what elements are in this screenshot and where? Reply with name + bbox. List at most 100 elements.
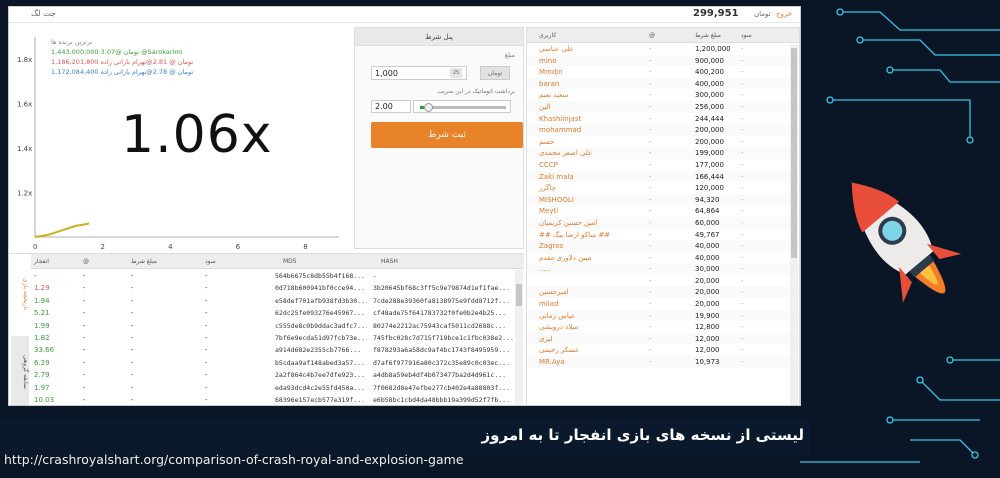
col-profit: سود — [741, 32, 752, 39]
col-bet: مبلغ شرط — [695, 32, 721, 39]
players-rows: علی عباسی - 1,200,000 - mino - 900,000 - Mmdjn - 4… — [527, 43, 799, 368]
history-tabs: تاریخچه بازی سابقه گروهی — [9, 254, 31, 405]
amount-badge[interactable]: 25 — [450, 68, 462, 78]
player-row: Zaki mala - 166,444 - — [527, 170, 799, 183]
player-amount: 60,000 — [695, 218, 720, 227]
y-tick-label: 1.4x — [17, 145, 32, 153]
exit-link[interactable]: خروج — [776, 10, 792, 18]
players-scrollbar[interactable] — [790, 44, 798, 405]
player-amount: 20,000 — [695, 288, 720, 297]
player-amount: 49,767 — [695, 230, 720, 239]
player-amount: 94,320 — [695, 195, 720, 204]
player-at: - — [649, 195, 652, 204]
history-scroll-thumb[interactable] — [516, 284, 522, 306]
player-at: - — [649, 218, 652, 227]
player-name: میلاد درویشی — [539, 323, 579, 332]
player-profit: - — [741, 346, 744, 355]
history-hash: d7af6f977916a80c372c35e89c0c03ec... — [373, 358, 510, 367]
player-at: - — [649, 311, 652, 320]
history-panel: تاریخچه بازی سابقه گروهی انفجار @ مبلغ ش… — [9, 253, 524, 405]
player-amount: 30,000 — [695, 265, 720, 274]
multiplier-series-line — [34, 222, 90, 238]
player-row: ..... - 30,000 - — [527, 263, 799, 275]
player-amount: 20,000 — [695, 300, 720, 309]
history-profit: - — [205, 284, 208, 293]
history-row: 1.97 - - - eda93dcd4c2e55fd450a... 7f0682d8e4… — [31, 382, 514, 394]
col-hash: HASH — [381, 258, 398, 265]
history-row: 1.94 - - - e58def701afb938fd3b30... 7cde288e3… — [31, 295, 514, 307]
player-name: سعید نعیم — [539, 91, 569, 100]
history-profit: - — [205, 346, 208, 355]
col-md5: MD5 — [283, 258, 297, 265]
x-tick-label: 2 — [101, 243, 105, 251]
history-row: 5.21 - - - 62dc25fe093276e45967... cf48ade75f… — [31, 307, 514, 319]
history-at: - — [83, 309, 86, 318]
bet-panel: پنل شرط مبلغ 1,000 25 تومان برداشت اتوما… — [354, 27, 524, 249]
tab-group-history[interactable]: سابقه گروهی — [11, 336, 29, 405]
history-crash: 1.94 — [34, 296, 50, 305]
player-at: - — [649, 288, 652, 297]
player-at: - — [649, 346, 652, 355]
player-amount: 12,000 — [695, 334, 720, 343]
player-profit: - — [741, 45, 744, 53]
history-bet: - — [131, 309, 134, 318]
history-bet: - — [131, 346, 134, 355]
history-row: 33.66 - - - a914d682e2355cb7766... f878293a6a… — [31, 344, 514, 356]
player-row: علی عباسی - 1,200,000 - — [527, 43, 799, 55]
history-at: - — [83, 334, 86, 342]
player-profit: - — [741, 323, 744, 332]
col-crash: انفجار — [34, 258, 49, 265]
history-bet: - — [131, 396, 134, 404]
history-bet: - — [131, 358, 134, 367]
player-profit: - — [741, 68, 744, 77]
player-row: سعید نعیم - 300,000 - — [527, 89, 799, 101]
players-scroll-thumb[interactable] — [791, 48, 797, 258]
player-amount: 12,000 — [695, 346, 720, 355]
player-profit: - — [741, 160, 744, 169]
history-profit: - — [205, 272, 208, 280]
slider-knob[interactable] — [424, 103, 433, 112]
player-profit: - — [741, 195, 744, 204]
player-amount: 400,200 — [695, 68, 724, 77]
history-crash: 33.66 — [34, 346, 55, 355]
history-hash: - — [373, 272, 377, 280]
history-hash: cf48ade75f641783732f0fe0b2e4b25... — [373, 309, 507, 318]
history-profit: - — [205, 309, 208, 318]
auto-cashout-slider[interactable] — [413, 100, 511, 113]
player-amount: 40,000 — [695, 253, 720, 262]
player-name: Zagros — [539, 242, 564, 251]
player-row: Mmdjn - 400,200 - — [527, 66, 799, 78]
player-name: عیاس زمانی — [539, 311, 576, 320]
history-hash: 745fbc028c7d715f719bce1c1fbc038e2... — [373, 334, 513, 342]
player-row: چاگزر - 120,000 - — [527, 182, 799, 194]
currency-button[interactable]: تومان — [480, 66, 510, 80]
place-bet-button[interactable]: ثبت شرط — [371, 122, 523, 148]
crash-chart: 1.8x 1.6x 1.4x 1.2x 0 2 4 6 8 برترین برنده ها 1,… — [9, 23, 354, 253]
player-amount: 200,000 — [695, 126, 724, 135]
history-profit: - — [205, 334, 208, 342]
player-amount: 1,200,000 — [695, 45, 731, 53]
player-amount: 10,973 — [695, 358, 720, 367]
history-md5: e58def701afb938fd3b30... — [275, 296, 367, 305]
auto-cashout-input[interactable]: 2.00 — [371, 100, 411, 113]
player-name: Zaki mala — [539, 172, 574, 181]
player-at: - — [649, 114, 652, 123]
player-profit: - — [741, 79, 744, 88]
player-name: علی اصغر محمدی — [539, 149, 593, 158]
player-profit: - — [741, 358, 744, 367]
multiplier-display: 1.06x — [121, 105, 273, 165]
player-amount: 19,900 — [695, 311, 720, 320]
source-url: http://crashroyalshart.org/comparison-of… — [4, 452, 464, 467]
history-hash: 3b20645bf68c3ff5c9e79874d1ef1fae... — [373, 284, 510, 293]
history-at: - — [83, 371, 86, 380]
player-at: - — [649, 253, 652, 262]
history-at: - — [83, 346, 86, 355]
tab-game-history[interactable]: تاریخچه بازی — [11, 264, 29, 324]
player-profit: - — [741, 184, 744, 193]
player-profit: - — [741, 137, 744, 146]
player-row: الین - 256,000 - — [527, 100, 799, 113]
player-row: - 20,000 - — [527, 275, 799, 287]
player-amount: 12,800 — [695, 323, 720, 332]
history-scrollbar[interactable] — [515, 270, 523, 405]
player-profit: - — [741, 207, 744, 216]
